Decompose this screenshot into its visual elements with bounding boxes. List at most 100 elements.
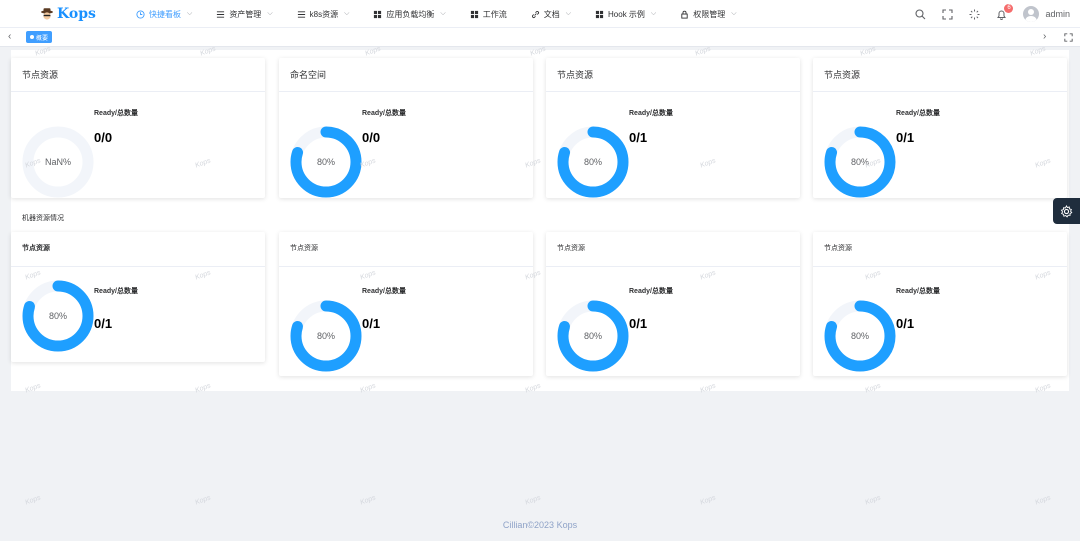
card-divider — [546, 91, 800, 92]
notification-badge: 6 — [1004, 3, 1014, 13]
watermark: Kops — [864, 494, 882, 507]
ready-total-value: 0/1 — [896, 316, 915, 331]
resource-card: 节点资源 80% Ready/总数量 0/1 — [546, 232, 800, 376]
nav-item-load-balancing[interactable]: 应用负载均衡 ⌵ — [373, 9, 446, 20]
ready-total-label: Ready/总数量 — [896, 288, 940, 295]
nav-item-workflow[interactable]: 工作流 — [470, 9, 507, 20]
ready-total-value: 0/0 — [94, 130, 113, 145]
card-divider — [11, 266, 265, 267]
user-name[interactable]: admin — [1045, 9, 1070, 19]
card-divider — [546, 266, 800, 267]
donut-percent-label: 80% — [850, 157, 869, 167]
ready-total-label: Ready/总数量 — [94, 288, 138, 295]
nav-label: 工作流 — [482, 9, 507, 19]
nav-item-k8s[interactable]: k8s资源 ⌵ — [297, 9, 349, 20]
nav-label: 权限管理 — [693, 9, 726, 19]
resource-card: 节点资源 80% Ready/总数量 0/1 — [546, 58, 800, 198]
section-label: 机器资源情况 — [22, 215, 64, 222]
ready-total-value: 0/1 — [629, 130, 648, 145]
top-header: Kops 快捷看板 ⌵ 资产管理 ⌵ k8s资源 ⌵ 应用负载均衡 ⌵ 工作流 — [0, 0, 1080, 28]
card-divider — [279, 91, 533, 92]
logo-text: Kops — [57, 6, 96, 22]
gear-icon — [1060, 204, 1073, 218]
chevron-down-icon: ⌵ — [731, 10, 737, 17]
fullscreen-icon[interactable] — [942, 8, 954, 20]
header-actions: 6 admin — [915, 0, 1070, 28]
nav-item-permissions[interactable]: 权限管理 ⌵ — [680, 9, 737, 20]
donut-percent-label: 80% — [850, 331, 869, 341]
loading-spinner-icon[interactable] — [969, 9, 980, 20]
chevron-down-icon: ⌵ — [650, 10, 657, 17]
nav-label: 快捷看板 — [149, 9, 181, 19]
nav-item-dashboard[interactable]: 快捷看板 ⌵ — [136, 9, 192, 20]
logo-mark-icon — [41, 8, 53, 20]
tab-active-dot — [30, 35, 34, 39]
resource-card: 节点资源 80% Ready/总数量 0/1 — [813, 232, 1067, 376]
card-title: 节点资源 — [290, 245, 318, 252]
nav-item-docs[interactable]: 文档 ⌵ — [531, 9, 571, 20]
ready-total-value: 0/1 — [94, 316, 113, 331]
grid-icon — [374, 10, 382, 18]
ready-total-value: 0/0 — [362, 130, 381, 145]
ready-total-label: Ready/总数量 — [362, 110, 406, 117]
list-icon — [297, 10, 305, 18]
expand-icon[interactable] — [1064, 33, 1073, 42]
donut-percent-label: 80% — [316, 157, 335, 167]
resource-card: 节点资源 NaN% Ready/总数量 0/0 — [11, 58, 265, 198]
card-title: 节点资源 — [557, 245, 585, 252]
nav-label: 文档 — [543, 9, 560, 19]
user-avatar[interactable] — [1023, 6, 1040, 22]
card-divider — [279, 266, 533, 267]
grid-icon — [595, 10, 604, 18]
watermark: Kops — [194, 494, 212, 507]
nav-label: Hook 示例 — [608, 9, 645, 19]
card-title: 节点资源 — [22, 245, 50, 252]
chevron-down-icon: ⌵ — [565, 10, 572, 17]
card-title: 节点资源 — [824, 70, 861, 80]
donut-percent-label: 80% — [48, 311, 67, 321]
tabs-bar: ‹ 概要 › — [0, 28, 1080, 47]
watermark: Kops — [524, 494, 542, 507]
list-icon — [217, 10, 225, 18]
watermark: Kops — [699, 494, 717, 507]
resource-card: 节点资源 80% Ready/总数量 0/1 — [279, 232, 533, 376]
donut-percent-label: NaN% — [44, 157, 71, 167]
tab-overview[interactable]: 概要 — [26, 31, 53, 43]
ready-total-value: 0/1 — [362, 316, 381, 331]
notification-bell[interactable]: 6 — [996, 3, 1014, 20]
user-icon — [1025, 9, 1037, 22]
chevron-left-icon[interactable]: ‹ — [8, 31, 11, 42]
chevron-right-icon[interactable]: › — [1043, 31, 1046, 42]
watermark: Kops — [359, 494, 377, 507]
card-divider — [11, 91, 265, 92]
tab-label: 概要 — [36, 35, 49, 42]
watermark: Kops — [24, 494, 42, 507]
chevron-down-icon: ⌵ — [440, 10, 446, 17]
donut-percent-label: 80% — [583, 157, 602, 167]
nav-label: 应用负载均衡 — [386, 9, 435, 19]
chevron-down-icon: ⌵ — [187, 10, 193, 17]
settings-button[interactable] — [1053, 198, 1080, 224]
grid-icon — [470, 10, 478, 18]
nav-item-assets[interactable]: 资产管理 ⌵ — [216, 9, 273, 20]
resource-card: 命名空间 80% Ready/总数量 0/0 — [279, 58, 533, 198]
donut-percent-label: 80% — [583, 331, 602, 341]
ready-total-label: Ready/总数量 — [362, 288, 406, 295]
ready-total-label: Ready/总数量 — [629, 110, 673, 117]
footer: Cillian©2023 Kops — [502, 520, 578, 530]
ready-total-label: Ready/总数量 — [896, 110, 940, 117]
nav-item-hook-example[interactable]: Hook 示例 ⌵ — [595, 9, 656, 20]
ready-total-label: Ready/总数量 — [94, 110, 138, 117]
link-icon — [531, 10, 539, 18]
card-divider — [813, 266, 1067, 267]
main-content: 节点资源 NaN% Ready/总数量 0/0 命名空间 80% Ready/总数量 0/0 节… — [11, 50, 1069, 391]
lock-icon — [681, 10, 688, 19]
ready-total-value: 0/1 — [896, 130, 915, 145]
nav-label: 资产管理 — [229, 9, 262, 19]
search-icon[interactable] — [915, 8, 926, 20]
nav-label: k8s资源 — [309, 9, 339, 19]
ready-total-value: 0/1 — [629, 316, 648, 331]
watermark: Kops — [1034, 494, 1052, 507]
ready-total-label: Ready/总数量 — [629, 288, 673, 295]
logo[interactable]: Kops — [40, 6, 96, 22]
